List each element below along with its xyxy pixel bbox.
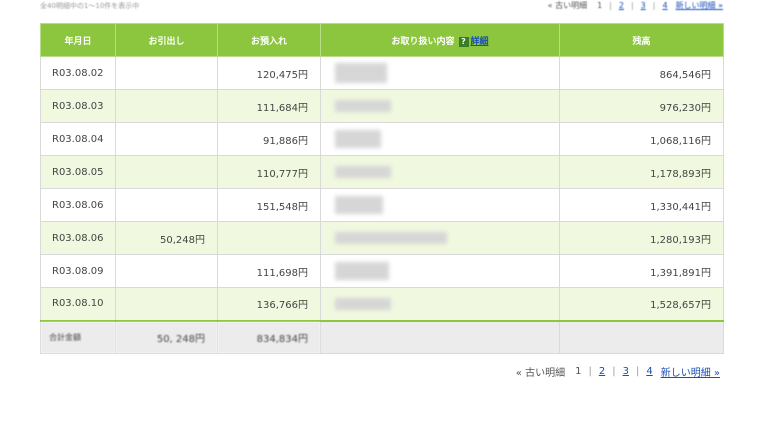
redaction-blur: [335, 63, 387, 83]
result-summary: 全40明細中の1～10件を表示中: [40, 2, 140, 10]
total-deposit: 834,834円: [217, 319, 321, 354]
redaction-blur: [335, 100, 391, 112]
header-deposit: お預入れ: [217, 23, 321, 57]
pager-page-1: 1: [597, 1, 603, 10]
redaction-blur: [335, 297, 391, 310]
help-icon[interactable]: ?: [458, 36, 469, 47]
pager-older-link[interactable]: « 古い明細: [516, 364, 565, 379]
pager-separator: |: [588, 366, 592, 377]
total-description-empty: [320, 319, 560, 354]
cell-balance: 1,178,893円: [559, 155, 724, 189]
cell-date: R03.08.05: [40, 155, 116, 189]
pager-page-1: 1: [575, 366, 582, 377]
total-withdrawal: 50, 248円: [115, 319, 218, 354]
cell-withdrawal: 50,248円: [115, 221, 218, 255]
cell-date: R03.08.04: [40, 122, 116, 156]
table-row: R03.08.02 120,475円 864,546円: [40, 56, 724, 90]
cell-description-redacted: [320, 188, 560, 222]
cell-date: R03.08.06: [40, 221, 116, 255]
cell-withdrawal: [115, 89, 218, 123]
cell-date: R03.08.06: [40, 188, 116, 222]
redaction-blur: [335, 232, 447, 244]
header-description-label: お取り扱い内容: [391, 36, 455, 47]
cell-description-redacted: [320, 155, 560, 189]
table-row: R03.08.10 136,766円 1,528,657円: [40, 287, 724, 321]
pager-page-3[interactable]: 3: [641, 1, 646, 10]
cell-balance: 1,280,193円: [559, 221, 724, 255]
cell-date: R03.08.02: [40, 56, 116, 90]
cell-withdrawal: [115, 287, 218, 321]
cell-balance: 1,391,891円: [559, 254, 724, 288]
cell-balance: 1,068,116円: [559, 122, 724, 156]
pager-separator: |: [652, 1, 656, 10]
pager-separator: |: [630, 1, 634, 10]
table-row: R03.08.09 111,698円 1,391,891円: [40, 254, 724, 288]
cell-description-redacted: [320, 89, 560, 123]
table-row: R03.08.04 91,886円 1,068,116円: [40, 122, 724, 156]
pager-page-4[interactable]: 4: [646, 366, 652, 377]
cell-deposit: 111,684円: [217, 89, 321, 123]
cell-withdrawal: [115, 254, 218, 288]
header-withdrawal: お引出し: [115, 23, 218, 57]
redaction-blur: [335, 166, 391, 178]
total-balance-empty: [559, 319, 724, 354]
detail-link[interactable]: 詳細: [471, 37, 489, 47]
header-description: お取り扱い内容? 詳細: [320, 23, 560, 57]
table-row: R03.08.06 151,548円 1,330,441円: [40, 188, 724, 222]
table-row: R03.08.03 111,684円 976,230円: [40, 89, 724, 123]
cell-deposit: 91,886円: [217, 122, 321, 156]
cell-deposit: 110,777円: [217, 155, 321, 189]
cell-withdrawal: [115, 188, 218, 222]
cell-balance: 976,230円: [559, 89, 724, 123]
cell-withdrawal: [115, 56, 218, 90]
top-bar: 全40明細中の1～10件を表示中 « 古い明細 1 | 2 | 3 | 4 新し…: [40, 0, 723, 14]
cell-date: R03.08.10: [40, 287, 116, 321]
pager-separator: |: [612, 366, 616, 377]
cell-balance: 1,528,657円: [559, 287, 724, 321]
header-balance: 残高: [559, 23, 724, 57]
cell-description-redacted: [320, 56, 560, 90]
total-row: 合計金額 50, 248円 834,834円: [40, 319, 724, 354]
cell-description-redacted: [320, 221, 560, 255]
pager-separator: |: [635, 366, 640, 377]
pager-page-3[interactable]: 3: [623, 366, 629, 377]
pager-page-4[interactable]: 4: [662, 1, 667, 10]
pager-page-2[interactable]: 2: [599, 366, 605, 377]
cell-withdrawal: [115, 122, 218, 156]
cell-date: R03.08.03: [40, 89, 116, 123]
pager-newer-link[interactable]: 新しい明細 »: [676, 0, 723, 11]
table-row: R03.08.05 110,777円 1,178,893円: [40, 155, 724, 189]
cell-description-redacted: [320, 254, 560, 288]
transaction-table: 年月日 お引出し お預入れ お取り扱い内容? 詳細 残高 R03.08.02 12…: [40, 23, 724, 354]
table-row: R03.08.06 50,248円 1,280,193円: [40, 221, 724, 255]
cell-date: R03.08.09: [40, 254, 116, 288]
pager-bottom: « 古い明細 1 | 2 | 3 | 4 新しい明細 »: [516, 364, 720, 379]
pager-separator: |: [609, 1, 612, 10]
cell-deposit: 120,475円: [217, 56, 321, 90]
pager-top: « 古い明細 1 | 2 | 3 | 4 新しい明細 »: [548, 0, 723, 11]
pager-older-link[interactable]: « 古い明細: [548, 0, 587, 11]
header-date: 年月日: [40, 23, 116, 57]
redaction-blur: [335, 196, 383, 214]
cell-description-redacted: [320, 122, 560, 156]
pager-page-2[interactable]: 2: [619, 1, 624, 10]
cell-description-redacted: [320, 287, 560, 321]
total-label: 合計金額: [40, 319, 116, 354]
pager-newer-link[interactable]: 新しい明細 »: [661, 364, 720, 379]
redaction-blur: [335, 262, 389, 280]
cell-deposit: 151,548円: [217, 188, 321, 222]
cell-balance: 1,330,441円: [559, 188, 724, 222]
redaction-blur: [335, 130, 381, 148]
cell-balance: 864,546円: [559, 56, 724, 90]
cell-deposit: 111,698円: [217, 254, 321, 288]
cell-withdrawal: [115, 155, 218, 189]
table-header-row: 年月日 お引出し お預入れ お取り扱い内容? 詳細 残高: [40, 23, 724, 57]
cell-deposit: [217, 221, 321, 255]
cell-deposit: 136,766円: [217, 287, 321, 321]
